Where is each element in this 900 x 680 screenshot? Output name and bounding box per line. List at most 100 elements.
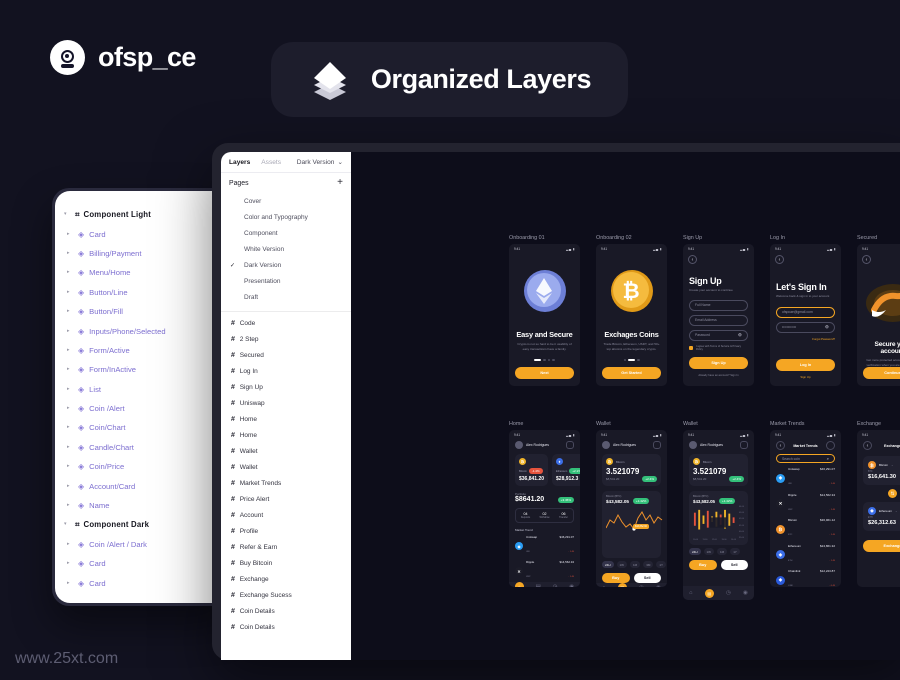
page-item[interactable]: Draft <box>221 289 351 305</box>
canvas-frame-label[interactable]: Sign Up <box>683 235 754 241</box>
light-panel-item[interactable]: ▸ ◈ Card <box>55 554 232 573</box>
light-panel-item[interactable]: ▸ ◈ Menu/Home <box>55 263 232 282</box>
carousel-dot[interactable] <box>623 358 626 361</box>
nav-chart-icon[interactable]: ▤ <box>617 583 627 587</box>
back-button[interactable]: ‹ <box>863 441 872 450</box>
back-button[interactable]: ‹ <box>688 255 697 264</box>
canvas-frame-label[interactable]: Wallet <box>683 421 754 427</box>
frame-item[interactable]: # Log In <box>221 363 351 379</box>
version-selector[interactable]: Dark Version ⌄ <box>297 158 343 167</box>
frame-item[interactable]: # Buy Bitcoin <box>221 555 351 571</box>
range-chip[interactable]: 1W <box>703 548 715 555</box>
carousel-dot[interactable] <box>637 358 640 361</box>
canvas-frame[interactable]: Wallet 9:41 ▂▄ ▮ Alex Rodrigues ₿ Bitcoin 3.52… <box>596 421 667 600</box>
light-panel-item[interactable]: ▸ ◈ Candle/Chart <box>55 438 232 457</box>
canvas-frame[interactable]: Sign Up 9:41 ▂▄ ▮ ‹ Sign Up Create your accou… <box>683 235 754 386</box>
nav-chart-icon[interactable]: ▤ <box>536 584 541 588</box>
tab-layers[interactable]: Layers <box>229 159 250 166</box>
light-panel-item[interactable]: ▸ ◈ Coin/Price <box>55 457 232 476</box>
frame-item[interactable]: # Home <box>221 427 351 443</box>
chevron-down-icon[interactable]: ⌄ <box>891 463 894 467</box>
frame-item[interactable]: # Home <box>221 411 351 427</box>
notification-icon[interactable] <box>566 441 574 449</box>
page-item[interactable]: Presentation <box>221 273 351 289</box>
market-row[interactable]: ✕ Ripple XRP $14,562.34 - 1.45 <box>776 493 835 515</box>
nav-user-icon[interactable]: ◉ <box>569 584 574 588</box>
buy-button[interactable]: Buy <box>602 573 630 583</box>
light-panel-group[interactable]: ▾ ⌗ Component Dark <box>55 515 232 534</box>
canvas-frame[interactable]: Onboarding 02 9:41 ▂▄ ▮ ₿ Exchages Coins Trad… <box>596 235 667 386</box>
email-field[interactable]: ofspcae@gmail.com <box>776 306 835 318</box>
avatar[interactable] <box>689 441 697 449</box>
onboarding-cta-button[interactable]: Next <box>515 367 574 379</box>
light-panel-group[interactable]: ▾ ⌗ Component Light <box>55 205 232 224</box>
market-row[interactable]: ◈ Ethereum ETH $24,861.32 - 1.45 <box>776 544 835 566</box>
frame-item[interactable]: # Profile <box>221 523 351 539</box>
carousel-dot[interactable] <box>552 358 555 361</box>
page-item[interactable]: Component <box>221 225 351 241</box>
canvas-frame[interactable]: Exchange 9:41▂▄ ▮ ‹ Exchange ₿Bitcoin⌄-1.42%… <box>857 421 900 600</box>
back-button[interactable]: ‹ <box>862 255 871 264</box>
light-panel-item[interactable]: ▸ ◈ List <box>55 380 232 399</box>
range-chip[interactable]: 3M <box>643 561 654 568</box>
canvas-frame[interactable]: Log In 9:41 ▂▄ ▮ ‹ Let's Sign In Welcome back… <box>770 235 841 386</box>
light-panel-item[interactable]: ▸ ◈ Inputs/Phone/Selected <box>55 321 232 340</box>
signup-button[interactable]: Sign Up <box>689 356 748 369</box>
frame-item[interactable]: # Exchange <box>221 571 351 587</box>
buy-button[interactable]: Buy <box>689 560 717 570</box>
signup-field[interactable]: Email Address <box>689 314 748 326</box>
range-chip[interactable]: 24H <box>689 548 701 555</box>
carousel-dot[interactable] <box>547 358 551 361</box>
onboarding-cta-button[interactable]: Get Started <box>602 367 661 379</box>
login-button[interactable]: Log In <box>776 359 835 371</box>
search-input[interactable]: Search coin ⌕ <box>776 454 835 463</box>
range-chip[interactable]: 1M <box>717 548 728 555</box>
tab-assets[interactable]: Assets <box>261 159 281 166</box>
frame-item[interactable]: # Wallet <box>221 443 351 459</box>
market-row[interactable]: ◈ Uniswap UNI $46,291.07 - 1.45 <box>515 535 574 557</box>
frame-item[interactable]: # Refer & Earn <box>221 539 351 555</box>
canvas-frame-label[interactable]: Home <box>509 421 580 427</box>
frame-item[interactable]: # Sign Up <box>221 379 351 395</box>
carousel-dot[interactable] <box>534 358 542 361</box>
light-panel-item[interactable]: ▸ ◈ Button/Fill <box>55 302 232 321</box>
nav-clock-icon[interactable]: ◷ <box>726 590 731 596</box>
avatar[interactable] <box>515 441 523 449</box>
exchange-button[interactable]: Exchange <box>863 540 900 552</box>
plus-icon[interactable]: + <box>337 178 343 188</box>
canvas-frame-label[interactable]: Secured <box>857 235 900 241</box>
page-item[interactable]: White Version <box>221 241 351 257</box>
notification-icon[interactable] <box>740 441 748 449</box>
range-chip[interactable]: 1Y <box>656 561 667 568</box>
coin-card[interactable]: ₿ Bitcoin -1.4% $36,841.20 <box>515 454 549 486</box>
nav-clock-icon[interactable]: ◷ <box>639 585 644 588</box>
nav-user-icon[interactable]: ◉ <box>656 585 661 588</box>
frame-item[interactable]: # Code <box>221 315 351 331</box>
carousel-dot[interactable] <box>543 358 546 361</box>
secured-cta-button[interactable]: Continue <box>863 367 900 379</box>
nav-home-icon[interactable]: ⌂ <box>689 590 692 596</box>
eye-icon[interactable]: 👁 <box>738 333 742 337</box>
light-panel-item[interactable]: ▸ ◈ Name <box>55 496 232 515</box>
range-chip[interactable]: 1M <box>630 561 641 568</box>
market-row[interactable]: ◈ Uniswap UNI $46,291.07 - 1.45 <box>776 467 835 489</box>
frame-item[interactable]: # Coin Details <box>221 603 351 619</box>
light-panel-item[interactable]: ▸ ◈ Card <box>55 573 232 592</box>
exchange-to-card[interactable]: ◈Ethereum⌄+1.42%ETH$26,312.63 <box>863 502 900 531</box>
frame-item[interactable]: # Price Alert <box>221 491 351 507</box>
coin-card[interactable]: ♦ Ethereum+2.1% $28,912.3 <box>552 454 580 486</box>
checkbox[interactable] <box>689 345 693 350</box>
light-panel-item[interactable]: ▸ ◈ Coin /Alert <box>55 399 232 418</box>
signup-field[interactable]: Full Name <box>689 299 748 311</box>
frame-item[interactable]: # Exchange Sucess <box>221 587 351 603</box>
canvas-frame-label[interactable]: Exchange <box>857 421 900 427</box>
nav-clock-icon[interactable]: ◷ <box>553 584 558 588</box>
frame-item[interactable]: # Coin Details <box>221 619 351 635</box>
light-panel-item[interactable]: ▸ ◈ Coin /Alert / Dark <box>55 535 232 554</box>
canvas-frame[interactable]: Market Trends 9:41 ▂▄ ▮ ‹ Market Trends Searc… <box>770 421 841 600</box>
terms-row[interactable]: I agree with Terms of Service & Privacy … <box>689 345 748 351</box>
range-chip[interactable]: 1W <box>616 561 628 568</box>
nav-home-icon[interactable]: ⌂ <box>602 585 605 588</box>
sell-button[interactable]: Sell <box>633 573 661 583</box>
canvas-frame-label[interactable]: Wallet <box>596 421 667 427</box>
